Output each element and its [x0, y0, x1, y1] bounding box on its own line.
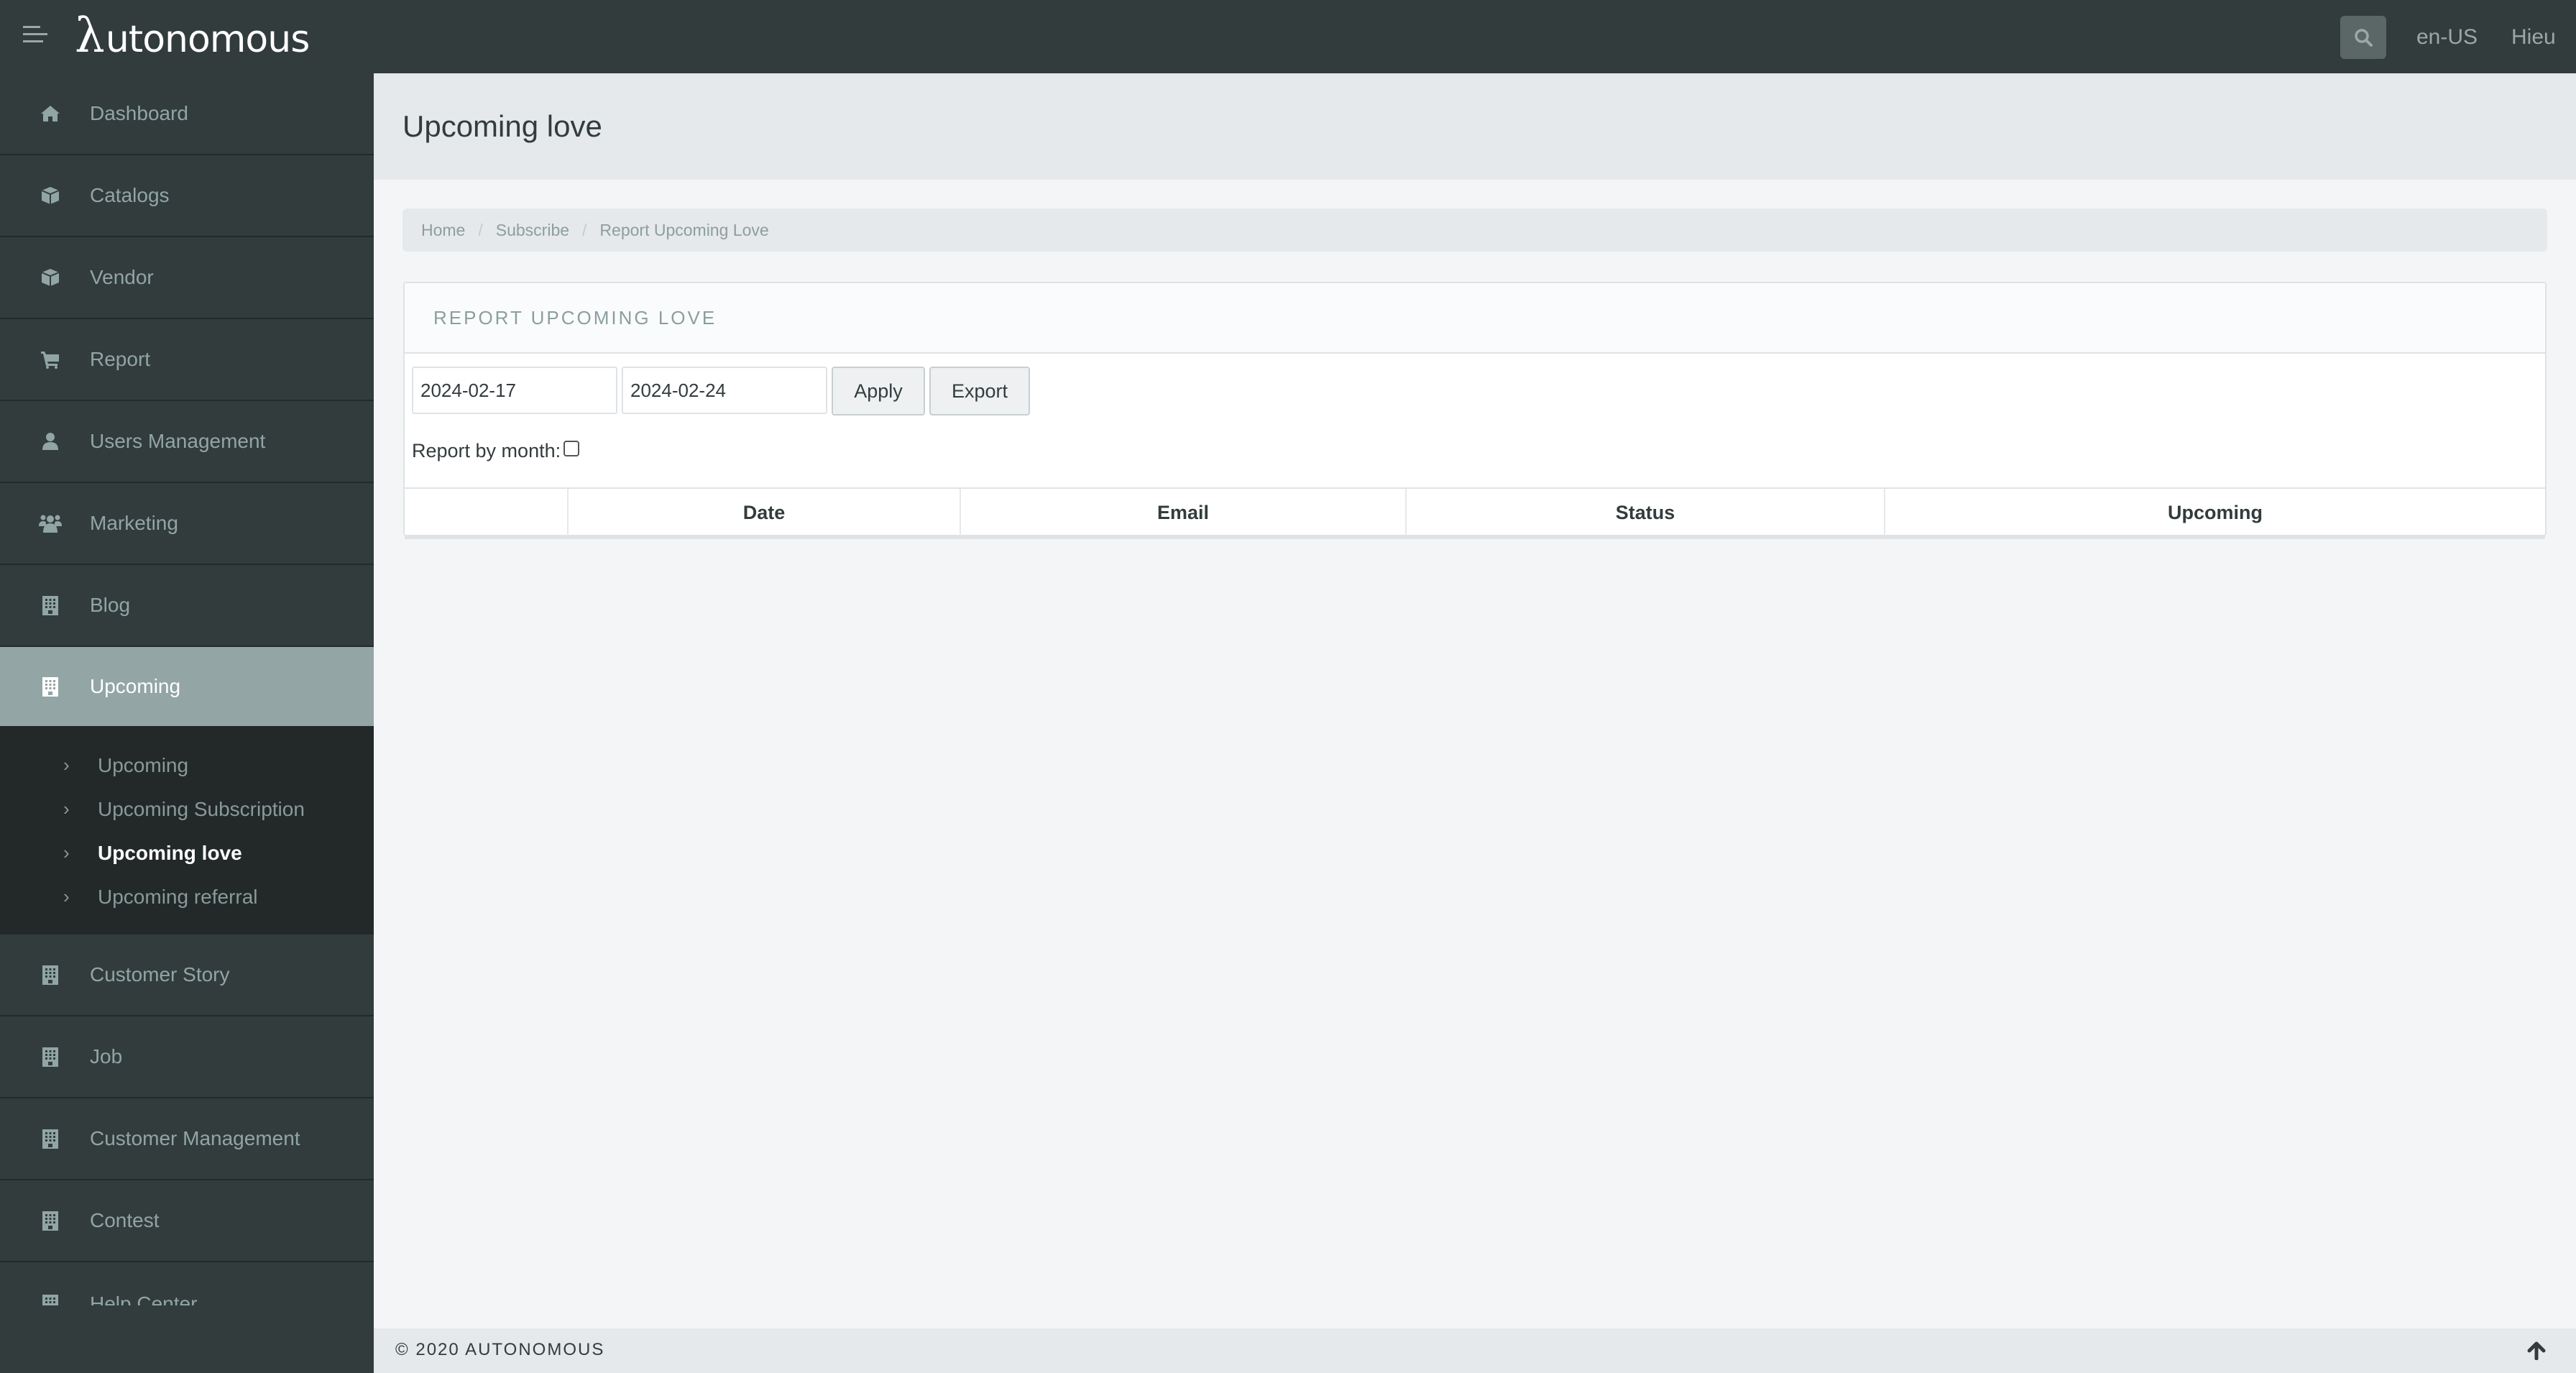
breadcrumb-separator: / [582, 220, 587, 239]
sidebar-item-label: Blog [90, 594, 131, 616]
sidebar-item-upcoming[interactable]: Upcoming [0, 647, 374, 727]
breadcrumb-home[interactable]: Home [421, 221, 465, 240]
sidebar-item-report[interactable]: Report [0, 319, 374, 401]
chevron-right-icon: › [63, 798, 70, 819]
column-header-status[interactable]: Status [1407, 489, 1885, 536]
cube-icon [39, 184, 62, 207]
submenu-item-label: Upcoming [98, 753, 189, 776]
chevron-right-icon: › [63, 754, 70, 776]
sidebar-item-label: Vendor [90, 266, 154, 288]
sidebar-item-label: Upcoming [90, 675, 181, 697]
breadcrumb: Home / Subscribe / Report Upcoming Love [402, 208, 2547, 252]
cart-icon [39, 348, 62, 371]
sidebar-item-vendor[interactable]: Vendor [0, 237, 374, 319]
building-icon [39, 1127, 62, 1150]
sidebar-item-catalogs[interactable]: Catalogs [0, 155, 374, 237]
panel-heading: REPORT UPCOMING LOVE [405, 283, 2545, 354]
hamburger-menu-icon[interactable] [23, 26, 49, 46]
page-title: Upcoming love [402, 109, 602, 143]
column-header-date[interactable]: Date [569, 489, 961, 536]
sidebar-item-label: Customer Story [90, 963, 230, 986]
column-header-upcoming[interactable]: Upcoming [1885, 489, 2545, 536]
sidebar-item-label: Dashboard [90, 102, 188, 124]
sidebar-item-label: Help Center [90, 1292, 198, 1305]
scroll-to-top-button[interactable] [2527, 1341, 2546, 1361]
export-button[interactable]: Export [929, 367, 1030, 415]
sidebar-item-label: Users Management [90, 430, 266, 452]
report-by-month-checkbox[interactable] [564, 440, 580, 456]
upcoming-submenu: › Upcoming › Upcoming Subscription › Upc… [0, 727, 374, 935]
sidebar-item-dashboard[interactable]: Dashboard [0, 73, 374, 155]
sidebar-item-label: Customer Management [90, 1127, 300, 1149]
users-icon [39, 512, 62, 535]
breadcrumb-separator: / [478, 220, 483, 239]
submenu-item-upcoming[interactable]: › Upcoming [0, 743, 374, 787]
copyright-text: © 2020 AUTONOMOUS [395, 1340, 605, 1359]
sidebar-item-customer-story[interactable]: Customer Story [0, 935, 374, 1016]
building-icon [39, 675, 62, 698]
submenu-item-upcoming-love[interactable]: › Upcoming love [0, 831, 374, 875]
building-icon [39, 594, 62, 617]
logo-text: utonomous [105, 18, 310, 61]
submenu-item-label: Upcoming Subscription [98, 797, 305, 820]
sidebar-item-help-center[interactable]: Help Center [0, 1262, 374, 1305]
date-to-input[interactable] [622, 367, 827, 414]
building-icon [39, 1209, 62, 1232]
search-button[interactable] [2340, 16, 2386, 59]
breadcrumb-current: Report Upcoming Love [599, 220, 769, 239]
sidebar-item-marketing[interactable]: Marketing [0, 483, 374, 565]
sidebar-item-job[interactable]: Job [0, 1016, 374, 1098]
breadcrumb-subscribe[interactable]: Subscribe [496, 221, 569, 240]
chevron-right-icon: › [63, 886, 70, 907]
report-by-month-label: Report by month: [412, 440, 561, 462]
building-icon [39, 1045, 62, 1068]
language-selector[interactable]: en-US [2416, 22, 2478, 53]
report-panel: REPORT UPCOMING LOVE Apply Export Report… [403, 282, 2547, 539]
page-header: Upcoming love [374, 73, 2576, 180]
user-menu[interactable]: Hieu [2511, 22, 2556, 53]
column-header-email[interactable]: Email [961, 489, 1407, 536]
sidebar-item-label: Contest [90, 1209, 160, 1231]
sidebar-item-contest[interactable]: Contest [0, 1180, 374, 1262]
sidebar-item-label: Catalogs [90, 184, 170, 206]
sidebar-item-label: Job [90, 1045, 123, 1067]
sidebar-item-label: Report [90, 348, 151, 370]
home-icon [39, 102, 62, 125]
sidebar: Dashboard Catalogs Vendor Report Users M… [0, 73, 374, 1373]
report-by-month-row: Report by month: [412, 440, 580, 462]
date-from-input[interactable] [412, 367, 617, 414]
submenu-item-upcoming-subscription[interactable]: › Upcoming Subscription [0, 787, 374, 831]
building-icon [39, 1292, 62, 1305]
sidebar-item-customer-management[interactable]: Customer Management [0, 1098, 374, 1180]
apply-button[interactable]: Apply [832, 367, 925, 415]
submenu-item-label: Upcoming love [98, 841, 242, 864]
arrow-up-icon [2527, 1341, 2546, 1361]
chevron-right-icon: › [63, 842, 70, 863]
sidebar-item-users-management[interactable]: Users Management [0, 401, 374, 483]
logo-lambda: λ [75, 8, 105, 63]
search-icon [2355, 29, 2373, 47]
brand-logo[interactable]: λutonomous [75, 12, 310, 63]
sidebar-item-label: Marketing [90, 512, 178, 534]
building-icon [39, 963, 62, 986]
table-header: Date Email Status Upcoming [405, 487, 2545, 539]
top-navbar: λutonomous en-US Hieu [0, 0, 2576, 73]
submenu-item-upcoming-referral[interactable]: › Upcoming referral [0, 875, 374, 919]
column-header-index[interactable] [405, 489, 569, 536]
sidebar-item-blog[interactable]: Blog [0, 565, 374, 647]
footer: © 2020 AUTONOMOUS [374, 1328, 2576, 1373]
cube-icon [39, 266, 62, 289]
submenu-item-label: Upcoming referral [98, 885, 258, 908]
user-icon [39, 430, 62, 453]
